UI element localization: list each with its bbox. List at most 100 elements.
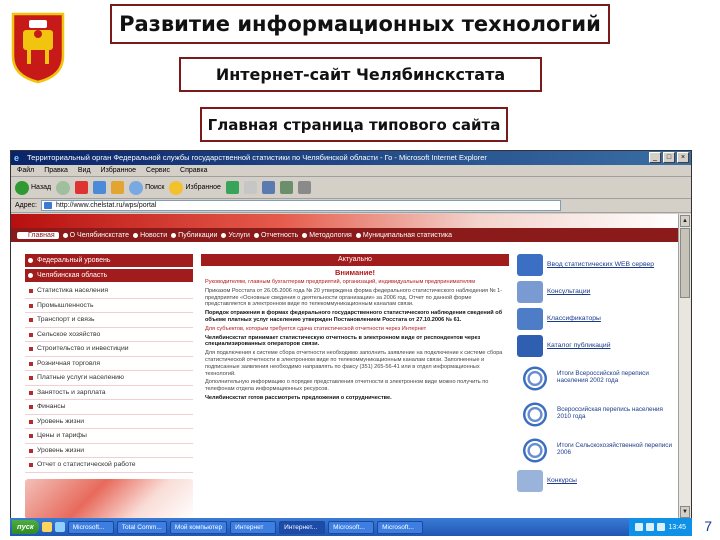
census-link[interactable]: Всероссийская перепись населения 2010 го… [517,398,675,428]
menu-file[interactable]: Файл [17,165,34,176]
taskbar: пуск Microsoft... Total Comm... Мой компью… [10,518,692,536]
nav-item-label: Услуги [228,231,250,239]
vertical-scrollbar[interactable]: ▲ ▼ [678,214,691,519]
forward-button[interactable] [56,180,71,195]
taskbar-task[interactable]: Microsoft... [328,520,375,534]
census-logo-icon [517,362,553,392]
slide-title: Развитие информационных технологий [110,4,610,44]
back-button[interactable]: Назад [15,180,51,195]
left-menu-item[interactable]: Строительство и инвестиции [25,342,193,357]
taskbar-task[interactable]: Мой компьютер [169,520,228,534]
left-menu-item[interactable]: Транспорт и связь [25,313,193,328]
home-icon[interactable] [111,181,125,194]
left-menu-head-federal[interactable]: Федеральный уровень [25,254,193,267]
census-logo-icon [517,434,553,464]
stop-icon[interactable] [75,181,89,194]
tray-volume-icon[interactable] [646,523,655,531]
back-arrow-icon [15,180,29,195]
site-center-news: Актуально Внимание! Руководителям, главн… [201,254,509,516]
site-left-menu: Федеральный уровень Челябинская область … [25,254,193,519]
window-title: Территориальный орган Федеральной службы… [27,153,487,162]
quicklaunch-icon[interactable] [41,522,52,532]
favorites-button[interactable]: Избранное [169,180,221,195]
menu-view[interactable]: Вид [78,165,91,176]
taskbar-task[interactable]: Total Comm... [116,520,167,534]
scroll-down-icon[interactable]: ▼ [680,506,690,518]
slide-section-title: Главная страница типового сайта [200,107,508,142]
nav-item-1[interactable]: О Челябинскстате [62,232,129,239]
nav-item-label: Методология [309,231,352,239]
service-icon [517,281,543,303]
nav-item-7[interactable]: Муниципальная статистика [355,232,452,239]
nav-bullet-icon [133,232,139,238]
browser-toolbar: Назад Поиск Избранное [11,177,691,199]
taskbar-task[interactable]: Microsoft... [377,520,424,534]
close-button[interactable]: × [677,152,689,163]
menu-edit[interactable]: Правка [44,165,68,176]
print-icon[interactable] [261,181,275,194]
nav-item-5[interactable]: Отчетность [253,231,299,239]
left-menu-item[interactable]: Занятость и зарплата [25,386,193,400]
news-body: Руководителям, главным бухгалтерам предп… [201,277,509,406]
taskbar-task[interactable]: Microsoft... [67,520,114,534]
left-menu-item[interactable]: Уровень жизни [25,415,193,429]
right-service-link[interactable]: Консультации [517,281,675,303]
maximize-button[interactable]: □ [663,152,675,163]
discuss-icon[interactable] [297,181,311,194]
search-icon [129,180,144,195]
taskbar-task[interactable]: Интернет... [279,520,326,534]
left-menu-item[interactable]: Статистика населения [25,284,193,299]
browser-title-bar: e Территориальный орган Федеральной служ… [11,151,691,165]
search-button[interactable]: Поиск [129,180,164,195]
minimize-button[interactable]: _ [649,152,661,163]
quicklaunch-ie-icon[interactable] [54,522,65,532]
tray-antivirus-icon[interactable] [657,523,666,531]
menu-tools[interactable]: Сервис [146,165,170,176]
nav-item-0[interactable]: Главная [17,231,59,239]
menu-help[interactable]: Справка [180,165,207,176]
news-paragraph: Порядок отражения в формах федерального … [205,310,503,323]
left-menu-item[interactable]: Финансы [25,400,193,415]
nav-item-6[interactable]: Методология [302,232,352,239]
scroll-thumb[interactable] [680,228,690,298]
right-item-contests[interactable]: Конкурсы [517,470,675,492]
left-menu-item[interactable]: Отчет о статистической работе [25,458,193,473]
service-label: Классификаторы [547,315,601,322]
service-label: Ввод статистических WEB сервер [547,261,655,268]
right-service-link[interactable]: Каталог публикаций [517,335,675,357]
left-menu-item[interactable]: Цены и тарифы [25,429,193,444]
left-menu-item[interactable]: Розничная торговля [25,357,193,371]
nav-item-4[interactable]: Услуги [221,232,250,239]
address-field[interactable]: http://www.chelstat.ru/wps/portal [40,200,561,211]
mail-icon[interactable] [243,181,257,194]
history-icon[interactable] [225,181,239,194]
left-menu-item[interactable]: Уровень жизни [25,444,193,458]
service-label: Каталог публикаций [547,342,611,349]
nav-item-2[interactable]: Новости [133,232,167,239]
slide-subtitle: Интернет-сайт Челябинскстата [179,57,542,92]
left-menu-head-region[interactable]: Челябинская область [25,269,193,282]
nav-item-3[interactable]: Публикации [171,232,217,239]
edit-icon[interactable] [279,181,293,194]
nav-item-label: Публикации [178,231,218,239]
tray-network-icon[interactable] [635,523,644,531]
news-paragraph: Для субъектов, которым требуется сдача с… [205,325,427,332]
menu-favorites[interactable]: Избранное [101,165,136,176]
refresh-icon[interactable] [93,181,107,194]
service-label: Консультации [547,288,591,295]
census-link[interactable]: Итоги Сельскохозяйственной переписи 2006 [517,434,675,464]
nav-item-label: Отчетность [260,231,299,239]
left-menu-item[interactable]: Промышленность [25,299,193,313]
right-service-link[interactable]: Ввод статистических WEB сервер [517,254,675,276]
taskbar-task[interactable]: Интернет [230,520,277,534]
start-button[interactable]: пуск [12,520,39,534]
left-menu-item[interactable]: Платные услуги населению [25,371,193,386]
region-map-image [25,478,193,519]
service-icon [517,308,543,330]
scroll-up-icon[interactable]: ▲ [680,215,690,227]
right-service-link[interactable]: Классификаторы [517,308,675,330]
news-subhead: Внимание! [335,268,375,277]
census-link[interactable]: Итоги Всероссийской переписи населения 2… [517,362,675,392]
address-label: Адрес: [15,202,37,209]
left-menu-item[interactable]: Сельское хозяйство [25,328,193,342]
